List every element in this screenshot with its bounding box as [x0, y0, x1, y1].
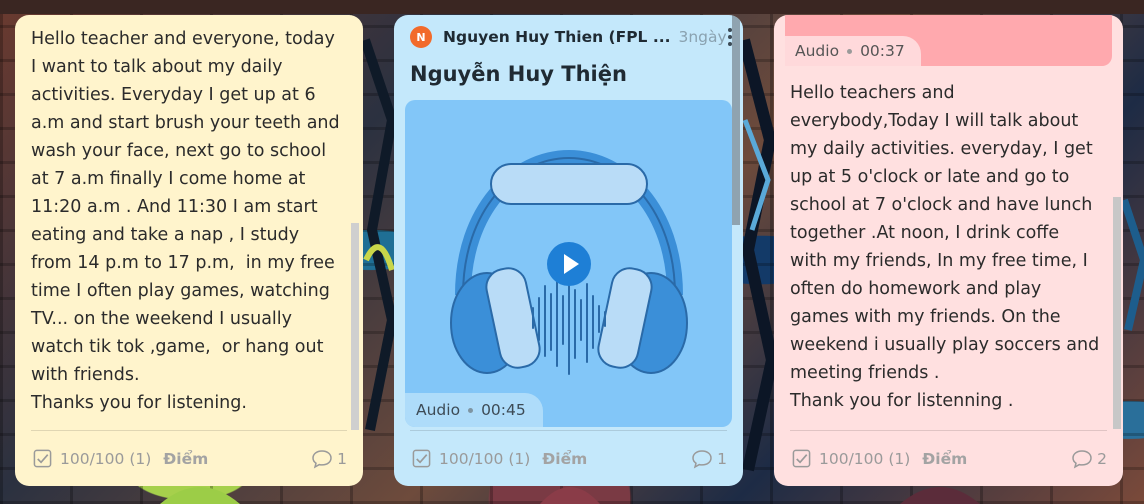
score-value: 100/100 (1) — [439, 449, 531, 468]
post-body-text: Hello teacher and everyone, today I want… — [31, 29, 340, 413]
card-footer: 100/100 (1) Điểm 1 — [410, 430, 727, 486]
checkbox-icon[interactable] — [412, 449, 431, 468]
audio-duration-tag: Audio 00:45 — [405, 393, 543, 427]
comment-icon — [692, 449, 712, 469]
checkbox-icon[interactable] — [792, 449, 811, 468]
audio-duration-tag: Audio 00:37 — [785, 36, 921, 66]
grade-button[interactable]: Điểm — [542, 450, 587, 468]
comments-button[interactable]: 2 — [1071, 449, 1107, 469]
comment-icon — [312, 449, 332, 469]
card-footer: 100/100 (1) Điểm 2 — [790, 430, 1107, 486]
comment-count: 1 — [337, 449, 347, 468]
post-card-3[interactable]: Audio 00:37 Hello teachers and everybody… — [774, 15, 1123, 486]
post-time: 3ngày — [678, 28, 727, 46]
audio-label: Audio — [416, 401, 461, 419]
audio-duration: 00:37 — [860, 42, 905, 60]
audio-duration: 00:45 — [481, 401, 526, 419]
card-footer: 100/100 (1) Điểm 1 — [31, 430, 347, 486]
comment-count: 2 — [1097, 449, 1107, 468]
comments-button[interactable]: 1 — [311, 449, 347, 469]
comment-count: 1 — [717, 449, 727, 468]
avatar[interactable]: N — [410, 26, 432, 48]
score-value: 100/100 (1) — [60, 449, 152, 468]
post-card-1[interactable]: Hello teacher and everyone, today I want… — [15, 15, 363, 486]
author-name[interactable]: Nguyen Huy Thien (FPL ... — [443, 28, 671, 46]
play-button-icon[interactable] — [546, 241, 592, 287]
grade-button[interactable]: Điểm — [922, 450, 967, 468]
grade-button[interactable]: Điểm — [163, 450, 208, 468]
post-title: Nguyễn Huy Thiện — [410, 62, 627, 86]
comment-icon — [1072, 449, 1092, 469]
separator-dot — [847, 48, 853, 54]
scrollbar[interactable] — [1113, 197, 1121, 429]
scrollbar[interactable] — [732, 15, 740, 225]
scrollbar[interactable] — [351, 223, 359, 430]
score-value: 100/100 (1) — [819, 449, 911, 468]
checkbox-icon[interactable] — [33, 449, 52, 468]
separator-dot — [468, 407, 474, 413]
audio-player[interactable]: Audio 00:45 — [405, 100, 732, 427]
author-row: N Nguyen Huy Thien (FPL ... 3ngày — [410, 25, 733, 49]
post-body-text: Hello teachers and everybody,Today I wil… — [790, 83, 1100, 411]
audio-label: Audio — [795, 42, 840, 60]
audio-player[interactable]: Audio 00:37 — [785, 15, 1112, 66]
comments-button[interactable]: 1 — [691, 449, 727, 469]
post-card-2[interactable]: N Nguyen Huy Thien (FPL ... 3ngày Nguyễn… — [394, 15, 743, 486]
